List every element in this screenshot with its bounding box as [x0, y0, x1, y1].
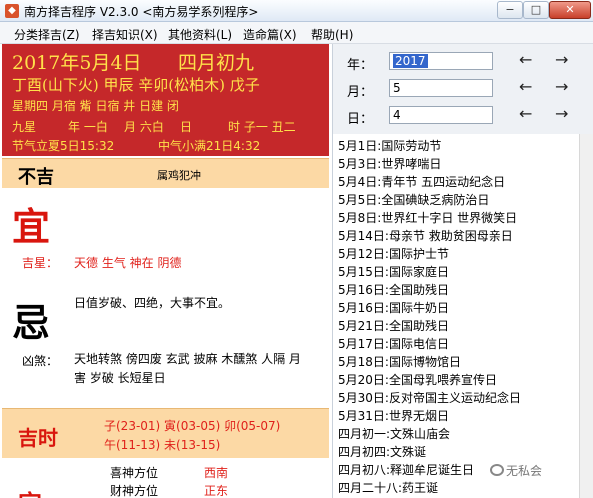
list-item[interactable]: 5月12日:国际护士节 [338, 245, 449, 262]
year-prev-button[interactable]: ← [519, 50, 532, 69]
yi-char: 宜 [12, 204, 51, 249]
jishi-line2: 午(11-13) 未(13-15) [104, 438, 221, 452]
list-item[interactable]: 5月1日:国际劳动节 [338, 137, 441, 154]
lunar-date: 四月初九 [178, 52, 255, 74]
xiongsha-label: 凶煞： [22, 354, 59, 368]
title-bar: ◆ 南方择吉程序 V2.3.0 <南方易学系列程序> − □ ✕ [0, 0, 593, 22]
jiuxing-day: 日 [180, 120, 193, 134]
year-input[interactable]: 2017 [389, 52, 493, 70]
bad-band: 不吉 属鸡犯冲 [2, 158, 329, 188]
partial-char: 宜 [18, 484, 42, 498]
jixing-label: 吉星： [22, 256, 59, 270]
jiuxing-year: 年 一白 [68, 120, 108, 134]
app-icon: ◆ [5, 4, 19, 18]
date-controls: 年： 2017 ← → 月： 5 ← → 日： 4 ← → [332, 44, 593, 134]
day-next-button[interactable]: → [555, 104, 568, 123]
jieqi: 节气立夏5日15:32 [12, 139, 115, 153]
jiuxing-month: 月 六白 [124, 120, 164, 134]
list-item[interactable]: 四月二十八:药王诞 [338, 479, 438, 496]
list-item[interactable]: 5月31日:世界无烟日 [338, 407, 449, 424]
jishi-label: 吉时 [18, 426, 58, 450]
list-item[interactable]: 5月5日:全国碘缺乏病防治日 [338, 191, 489, 208]
solar-date: 2017年5月4日 [12, 52, 142, 74]
menu-item-help[interactable]: 帮助(H) [311, 26, 353, 43]
day-label: 日： [347, 112, 374, 127]
list-item[interactable]: 5月17日:国际电信日 [338, 335, 449, 352]
ji-desc: 日值岁破、四绝，大事不宜。 [74, 296, 231, 310]
list-item[interactable]: 5月16日:国际牛奶日 [338, 299, 449, 316]
list-scrollbar[interactable] [579, 134, 593, 498]
menu-item-knowledge[interactable]: 择吉知识(X) [92, 26, 158, 43]
menu-bar: 分类择吉(Z) 择吉知识(X) 其他资料(L) 造命篇(X) 帮助(H) [0, 22, 593, 44]
jiuxing-label: 九星 [12, 120, 37, 134]
month-next-button[interactable]: → [555, 77, 568, 96]
zhongqi: 中气小满21日4:32 [158, 139, 261, 153]
jishi-line1: 子(23-01) 寅(03-05) 卯(05-07) [104, 419, 281, 433]
caishen-value: 正东 [204, 484, 229, 498]
directions-panel: 喜神方位 西南 财神方位 正东 宜 [2, 458, 329, 498]
list-item[interactable]: 四月初四:文殊诞 [338, 443, 426, 460]
date-info-panel: 2017年5月4日 四月初九 丁酉(山下火) 甲辰 辛卯(松柏木) 戊子 星期四… [2, 44, 329, 156]
list-item[interactable]: 5月14日:母亲节 救助贫困母亲日 [338, 227, 513, 244]
jixing-value: 天德 生气 神在 阴德 [74, 256, 182, 270]
close-button[interactable]: ✕ [549, 1, 591, 19]
list-item[interactable]: 四月初一:文殊山庙会 [338, 425, 450, 442]
list-item[interactable]: 5月30日:反对帝国主义运动纪念日 [338, 389, 521, 406]
year-label: 年： [347, 58, 374, 73]
bad-label: 不吉 [18, 167, 54, 188]
list-item[interactable]: 四月初八:释迦牟尼诞生日 [338, 461, 474, 478]
year-next-button[interactable]: → [555, 50, 568, 69]
list-item[interactable]: 5月20日:全国母乳喂养宣传日 [338, 371, 497, 388]
menu-item-other[interactable]: 其他资料(L) [168, 26, 232, 43]
list-item[interactable]: 5月8日:世界红十字日 世界微笑日 [338, 209, 517, 226]
list-item[interactable]: 5月21日:全国助残日 [338, 317, 449, 334]
caishen-label: 财神方位 [110, 484, 159, 498]
window-title: 南方择吉程序 V2.3.0 <南方易学系列程序> [24, 5, 259, 19]
day-prev-button[interactable]: ← [519, 104, 532, 123]
xiongsha-line2: 害 岁破 长短星日 [74, 371, 166, 385]
holiday-list[interactable]: 5月1日:国际劳动节 5月3日:世界哮喘日 5月4日:青年节 五四运动纪念日 5… [332, 134, 593, 498]
list-item[interactable]: 5月18日:国际博物馆日 [338, 353, 461, 370]
minimize-button[interactable]: − [497, 1, 523, 19]
month-label: 月： [347, 85, 374, 100]
weekday-stars: 星期四 月宿 觜 日宿 井 日建 闭 [12, 99, 179, 113]
month-input[interactable]: 5 [389, 79, 493, 97]
list-item[interactable]: 5月3日:世界哮喘日 [338, 155, 441, 172]
xiongsha-line1: 天地转煞 傍四废 玄武 披麻 木醺煞 人隔 月 [74, 352, 301, 366]
watermark: 无私会 [506, 464, 543, 478]
ji-char: 忌 [12, 300, 51, 345]
wechat-icon [490, 464, 504, 476]
jishi-band: 吉时 子(23-01) 寅(03-05) 卯(05-07) 午(11-13) 未… [2, 408, 329, 458]
maximize-button[interactable]: □ [523, 1, 549, 19]
month-prev-button[interactable]: ← [519, 77, 532, 96]
list-item[interactable]: 5月15日:国际家庭日 [338, 263, 449, 280]
ganzhi: 丁酉(山下火) 甲辰 辛卯(松柏木) 戊子 [12, 76, 260, 94]
jiuxing-hour: 时 子一 丑二 [228, 120, 296, 134]
menu-item-zaoming[interactable]: 造命篇(X) [243, 26, 297, 43]
menu-item-classify[interactable]: 分类择吉(Z) [14, 26, 80, 43]
list-item[interactable]: 5月4日:青年节 五四运动纪念日 [338, 173, 505, 190]
xishen-value: 西南 [204, 466, 229, 480]
bad-text: 属鸡犯冲 [157, 169, 201, 182]
list-item[interactable]: 5月16日:全国助残日 [338, 281, 449, 298]
day-input[interactable]: 4 [389, 106, 493, 124]
yi-ji-panel: 宜 吉星： 天德 生气 神在 阴德 忌 日值岁破、四绝，大事不宜。 凶煞： 天地… [2, 188, 329, 406]
xishen-label: 喜神方位 [110, 466, 159, 480]
